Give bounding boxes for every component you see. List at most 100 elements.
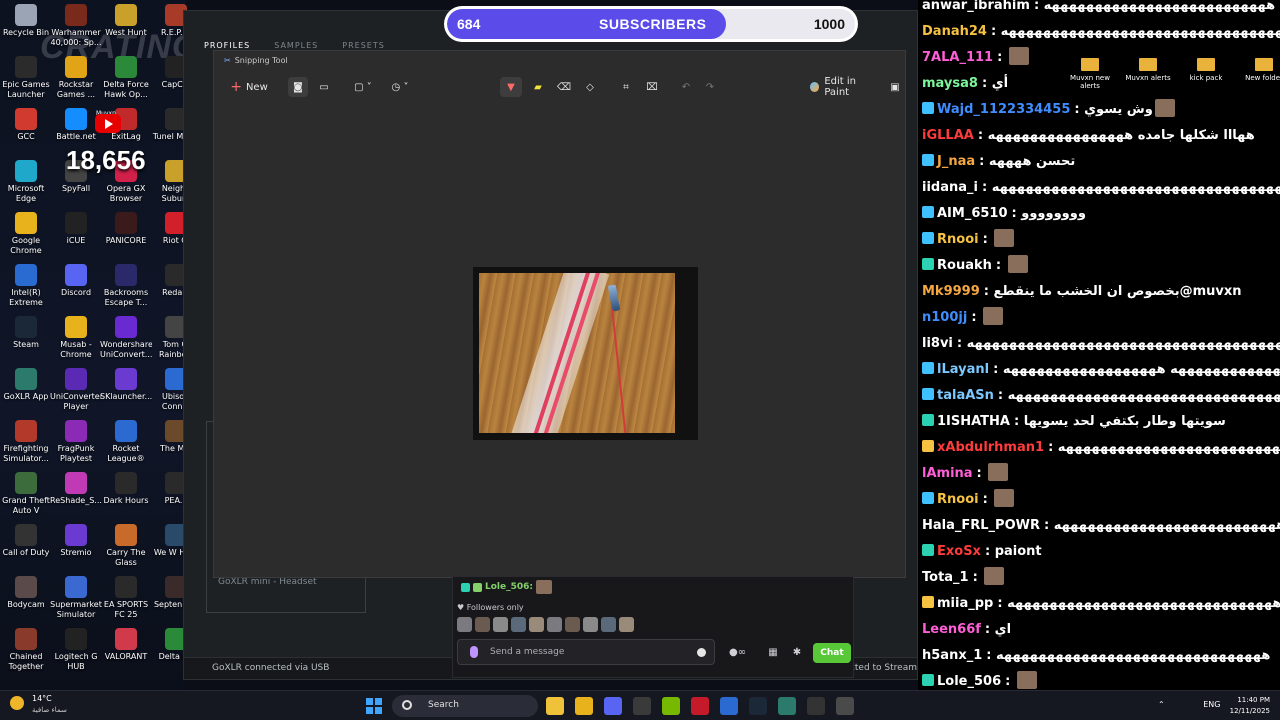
desktop-icon[interactable]: Intel(R) Extreme Tu... — [0, 264, 52, 308]
pen-icon[interactable]: ▼ — [500, 77, 522, 97]
desktop-icon[interactable]: FragPunk Playtest — [50, 420, 102, 464]
chat-username[interactable]: Hala_FRL_POWR — [922, 518, 1040, 533]
goxlr-icon[interactable] — [778, 697, 796, 715]
chat-username[interactable]: AIM_6510 — [937, 206, 1008, 221]
chat-send-button[interactable]: Chat — [813, 643, 851, 663]
obs-icon[interactable] — [633, 697, 651, 715]
chat-username[interactable]: Danah24 — [922, 24, 987, 39]
desktop-folder[interactable]: kick pack — [1182, 58, 1230, 90]
snip-shape-dropdown-icon[interactable]: ▢ ˅ — [349, 77, 377, 97]
shapes-icon[interactable]: ◇ — [580, 77, 600, 97]
chat-username[interactable]: 7ALA_111 — [922, 50, 993, 65]
chat-username[interactable]: lAmina — [922, 466, 973, 481]
desktop-icon[interactable]: Carry The Glass — [100, 524, 152, 568]
desktop-icon[interactable]: EA SPORTS FC 25 — [100, 576, 152, 620]
nvidia-icon[interactable] — [662, 697, 680, 715]
desktop-icon[interactable]: Steam — [0, 316, 52, 350]
emote-icon[interactable] — [583, 617, 598, 632]
chat-username[interactable]: talaASn — [937, 388, 994, 403]
chat-username[interactable]: miia_pp — [937, 596, 993, 611]
camera-mode-icon[interactable]: ◙ — [288, 77, 308, 97]
chat-username[interactable]: Leen66f — [922, 622, 981, 637]
video-mode-icon[interactable]: ▭ — [314, 77, 334, 97]
desktop-icon[interactable]: Logitech G HUB — [50, 628, 102, 672]
chat-username[interactable]: n100jj — [922, 310, 967, 325]
desktop-icon[interactable]: VALORANT — [100, 628, 152, 662]
language-indicator[interactable]: ENG — [1203, 700, 1220, 709]
desktop-icon[interactable]: Chained Together — [0, 628, 52, 672]
desktop-icon[interactable]: Backrooms Escape T... — [100, 264, 152, 308]
send-message-input[interactable]: Send a message — [457, 639, 715, 665]
chat-username[interactable]: ExoSx — [937, 544, 981, 559]
emote-icon[interactable] — [565, 617, 580, 632]
tab-presets[interactable]: PRESETS — [342, 41, 385, 50]
desktop-icon[interactable]: Rocket League® — [100, 420, 152, 464]
chat-username[interactable]: Lole_506 — [937, 674, 1001, 689]
emote-picker-icon[interactable] — [697, 648, 706, 657]
desktop-icon[interactable]: Bodycam — [0, 576, 52, 610]
undo-icon[interactable]: ↶ — [676, 77, 696, 97]
edit-in-paint-button[interactable]: Edit in Paint — [810, 76, 880, 98]
desktop-icon[interactable]: Supermarket Simulator — [50, 576, 102, 620]
new-snip-button[interactable]: + New — [226, 77, 272, 97]
chat-username[interactable]: lLayanl — [937, 362, 989, 377]
steam-icon[interactable] — [749, 697, 767, 715]
chat-username[interactable]: Rouakh — [937, 258, 992, 273]
app-red-icon[interactable] — [691, 697, 709, 715]
gift-icon[interactable]: ▦ — [767, 647, 779, 659]
settings-gear-icon[interactable]: ✱ — [791, 647, 803, 659]
chat-username[interactable]: maysa8 — [922, 76, 978, 91]
app-dark-icon[interactable] — [807, 697, 825, 715]
desktop-folder[interactable]: Muvxn alerts — [1124, 58, 1172, 90]
desktop-icon[interactable]: iCUE — [50, 212, 102, 246]
emote-icon[interactable] — [475, 617, 490, 632]
chat-user-name[interactable]: Lole_506: — [485, 582, 533, 592]
bits-icon[interactable]: ●∞ — [729, 647, 746, 659]
desktop-icon[interactable]: Wondershare UniConvert... — [100, 316, 152, 360]
emote-icon[interactable] — [547, 617, 562, 632]
desktop-icon[interactable]: Firefighting Simulator... — [0, 420, 52, 464]
emote-icon[interactable] — [529, 617, 544, 632]
chat-username[interactable]: Tota_1 — [922, 570, 969, 585]
desktop-icon[interactable]: Dark Hours — [100, 472, 152, 506]
desktop-icon[interactable]: Stremio — [50, 524, 102, 558]
emote-icon[interactable] — [511, 617, 526, 632]
desktop-icon[interactable]: Google Chrome — [0, 212, 52, 256]
desktop-folder[interactable]: New folder — [1240, 58, 1280, 90]
desktop-icon[interactable]: GoXLR App — [0, 368, 52, 402]
file-explorer-icon[interactable] — [546, 697, 564, 715]
text-actions-icon[interactable]: ⌧ — [642, 77, 662, 97]
emote-icon[interactable] — [619, 617, 634, 632]
chrome-icon[interactable] — [575, 697, 593, 715]
chat-username[interactable]: h5anx_1 — [922, 648, 982, 663]
tab-samples[interactable]: SAMPLES — [274, 41, 318, 50]
desktop-icon[interactable]: GCC — [0, 108, 52, 142]
emote-icon[interactable] — [493, 617, 508, 632]
windows-start-icon[interactable] — [366, 698, 382, 714]
chat-username[interactable]: Rnooi — [937, 232, 979, 247]
chat-username[interactable]: iidana_i — [922, 180, 978, 195]
save-icon[interactable]: ▣ — [886, 77, 904, 97]
tab-profiles[interactable]: PROFILES — [204, 41, 250, 50]
app-blue-icon[interactable] — [720, 697, 738, 715]
crop-icon[interactable]: ⌗ — [616, 77, 636, 97]
chat-username[interactable]: 1ISHATHA — [937, 414, 1010, 429]
chat-username[interactable]: Mk9999 — [922, 284, 980, 299]
chat-username[interactable]: Wajd_1122334455 — [937, 102, 1070, 117]
chat-username[interactable]: anwar_ibrahim — [922, 0, 1030, 13]
desktop-icon[interactable]: UniConverter Player — [50, 368, 102, 412]
chat-username[interactable]: li8vi — [922, 336, 953, 351]
chat-username[interactable]: J_naa — [937, 154, 975, 169]
desktop-folder[interactable]: Muvxn new alerts — [1066, 58, 1114, 90]
desktop-icon[interactable]: Epic Games Launcher — [0, 56, 52, 100]
discord-icon[interactable] — [604, 697, 622, 715]
taskbar-search[interactable]: Search — [392, 695, 538, 717]
desktop-icon[interactable]: PANICORE — [100, 212, 152, 246]
desktop-icon[interactable]: Microsoft Edge — [0, 160, 52, 204]
desktop-icon[interactable]: ReShade_S... — [50, 472, 102, 506]
desktop-icon[interactable]: Delta Force Hawk Op... — [100, 56, 152, 100]
desktop-icon[interactable]: Recycle Bin — [0, 4, 52, 38]
emote-icon[interactable] — [601, 617, 616, 632]
redo-icon[interactable]: ↷ — [700, 77, 720, 97]
chat-username[interactable]: xAbdulrhman1 — [937, 440, 1044, 455]
